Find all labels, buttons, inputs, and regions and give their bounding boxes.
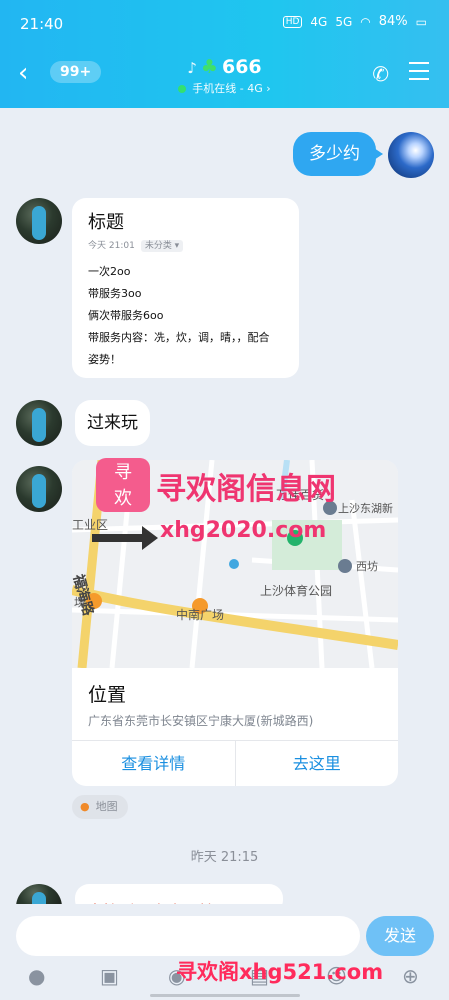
ear-icon: ♪ bbox=[187, 59, 197, 77]
note-line: 俩次带服务6oo bbox=[88, 309, 164, 322]
received-message-bubble[interactable]: 过来玩 bbox=[75, 400, 150, 446]
plus-icon[interactable]: ⊕ bbox=[402, 964, 419, 988]
location-actions: 查看详情 去这里 bbox=[72, 740, 398, 786]
watermark-overlay: 寻 欢 寻欢阁信息网 xhg2020.com bbox=[96, 458, 366, 548]
online-status-text: 手机在线 - 4G › bbox=[192, 82, 271, 95]
note-category[interactable]: 未分类 ▾ bbox=[140, 240, 184, 252]
contact-avatar[interactable] bbox=[16, 198, 62, 244]
map-field-label: 场 bbox=[74, 596, 85, 609]
map-west-label: 西坊 bbox=[356, 560, 378, 573]
hd-icon: HD bbox=[282, 15, 303, 28]
map-mall-label: 中南广场 bbox=[176, 608, 225, 622]
note-line: 带服务内容：冼，炊，调，晴，，配合 bbox=[88, 331, 270, 344]
watermark-name: 寻欢阁信息网 bbox=[156, 472, 336, 507]
network-4g: 4G bbox=[310, 14, 328, 29]
contact-avatar[interactable] bbox=[16, 400, 62, 446]
battery-level: 84% bbox=[378, 14, 408, 29]
network-5g: 5G bbox=[335, 14, 353, 29]
map-tag-label: 地图 bbox=[95, 800, 118, 813]
phone-icon[interactable]: ✆ bbox=[372, 62, 389, 86]
navigate-button[interactable]: 去这里 bbox=[234, 741, 399, 786]
watermark-bottom: 寻欢阁xhg521.com bbox=[176, 960, 384, 984]
location-pin-icon: ● bbox=[80, 800, 90, 813]
note-line: 带服务3oo bbox=[88, 287, 142, 300]
sent-message-bubble[interactable]: 多少约 bbox=[293, 132, 383, 176]
note-line: 一次2oo bbox=[88, 265, 131, 278]
send-button[interactable]: 发送 bbox=[366, 916, 434, 956]
chat-header: 21:40 HD 4G 5G ◠ 84% ▭ ‹ 99+ ♪ ♣ 666 手机在线 … bbox=[0, 0, 449, 108]
location-address: 广东省东莞市长安镇区宁康大厦(新城路西) bbox=[88, 714, 314, 728]
note-title: 标题 bbox=[88, 212, 124, 233]
note-card[interactable]: 标题 今天 21:01 未分类 ▾ 一次2oo 带服务3oo 俩次带服务6oo 带… bbox=[72, 198, 299, 378]
home-indicator bbox=[150, 994, 300, 997]
wifi-icon: ◠ bbox=[360, 14, 371, 29]
image-icon[interactable]: ▣ bbox=[100, 964, 119, 988]
map-num-label: 40 bbox=[74, 580, 88, 593]
contact-name: 666 bbox=[221, 56, 262, 78]
note-time: 今天 21:01 bbox=[88, 241, 135, 251]
sprout-icon: ♣ bbox=[200, 56, 218, 78]
menu-icon[interactable] bbox=[409, 62, 429, 86]
watermark-url: xhg2020.com bbox=[160, 518, 327, 543]
status-bar: 21:40 HD 4G 5G ◠ 84% ▭ bbox=[0, 0, 449, 48]
status-time: 21:40 bbox=[20, 15, 64, 33]
note-meta: 今天 21:01 未分类 ▾ bbox=[88, 238, 283, 252]
view-details-button[interactable]: 查看详情 bbox=[72, 741, 235, 786]
watermark-logo: 寻 欢 bbox=[96, 458, 150, 512]
my-avatar[interactable] bbox=[388, 132, 434, 178]
note-body: 一次2oo 带服务3oo 俩次带服务6oo 带服务内容：冼，炊，调，晴，，配合 … bbox=[88, 261, 283, 371]
online-dot bbox=[178, 85, 187, 93]
message-timestamp: 昨天 21:15 bbox=[190, 850, 259, 865]
map-park-label: 上沙体育公园 bbox=[260, 584, 333, 598]
map-tag[interactable]: ● 地图 bbox=[72, 795, 128, 819]
status-right: HD 4G 5G ◠ 84% ▭ bbox=[282, 14, 427, 29]
battery-icon: ▭ bbox=[415, 14, 427, 29]
message-input[interactable] bbox=[16, 916, 360, 956]
mic-icon[interactable]: ● bbox=[28, 964, 45, 988]
nav-bar: ‹ 99+ ♪ ♣ 666 手机在线 - 4G › ✆ bbox=[0, 52, 449, 98]
location-title: 位置 bbox=[88, 684, 127, 706]
note-line: 姿势！ bbox=[88, 353, 121, 366]
contact-avatar[interactable] bbox=[16, 466, 62, 512]
